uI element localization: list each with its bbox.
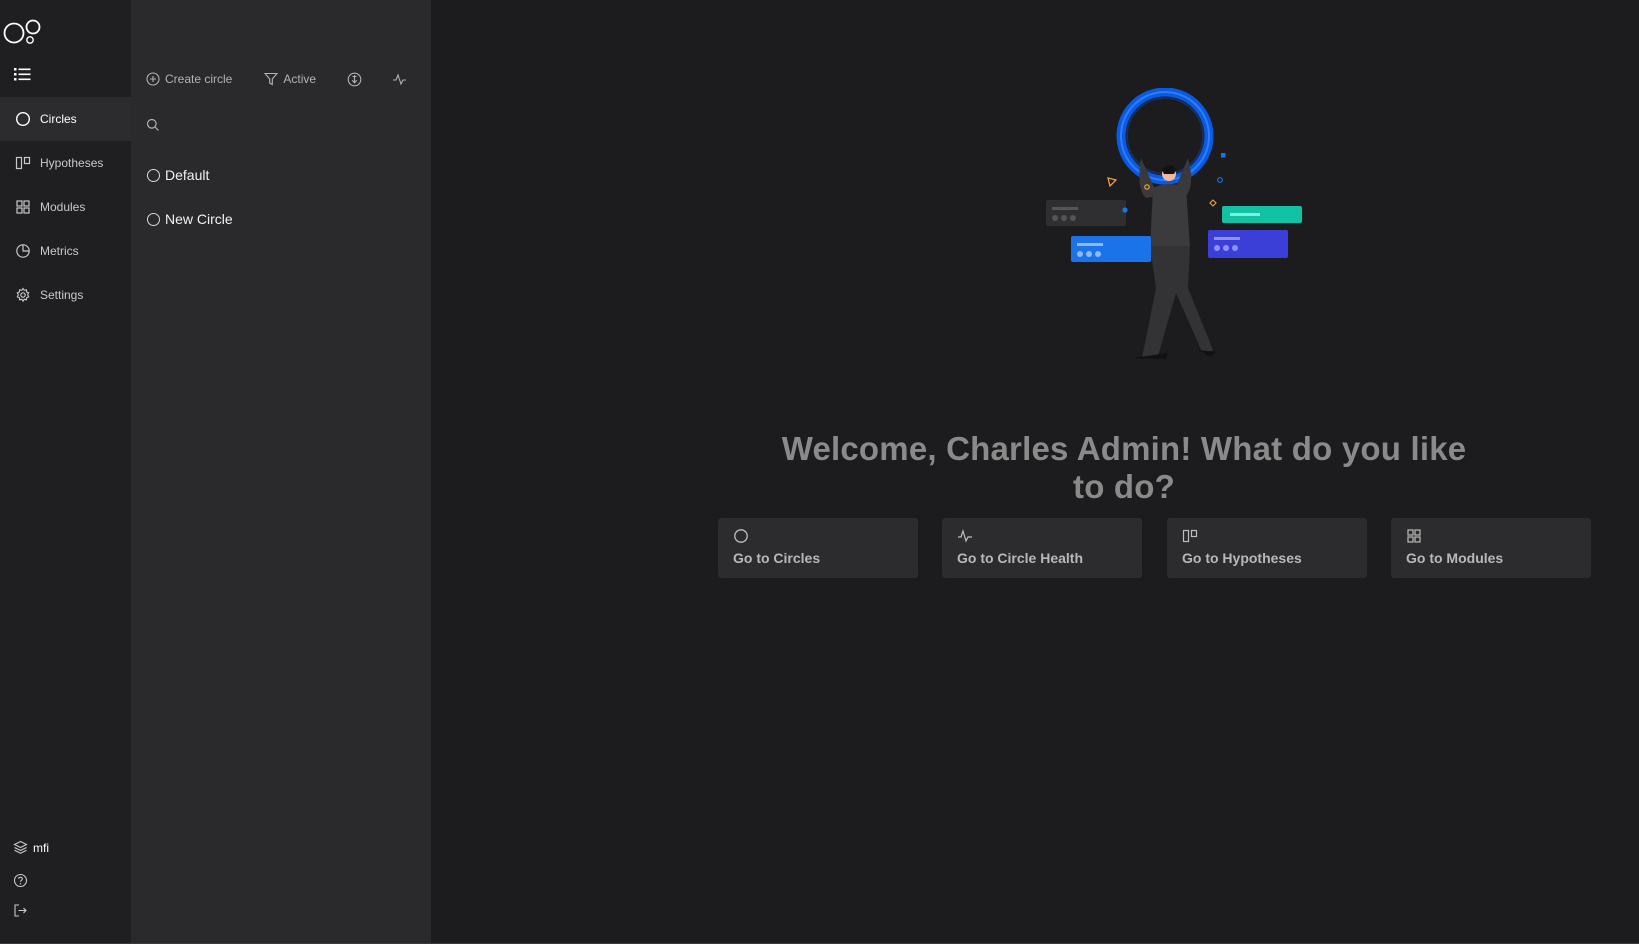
logout-icon [13,903,28,918]
go-to-hypotheses-button[interactable]: Go to Hypotheses [1167,518,1367,578]
logout-button[interactable] [13,903,33,918]
sidebar-item-metrics[interactable]: Metrics [0,229,131,273]
search-icon [146,118,159,131]
sidebar-item-circles[interactable]: Circles [0,97,131,141]
sidebar-item-modules[interactable]: Modules [0,185,131,229]
search-input[interactable] [166,118,406,132]
plus-circle-icon [146,72,160,86]
list-item[interactable]: Default [147,167,209,183]
workspace-label: mfi [33,840,49,855]
modules-grid-icon [15,199,31,215]
hypotheses-icon [1182,528,1198,544]
app-root: Circles Hypotheses Modules Metrics Setti [0,0,1639,944]
sidebar-item-label: Settings [40,288,84,302]
create-circle-label: Create circle [165,72,233,86]
sort-circle-icon [347,72,362,86]
circle-name: Default [165,167,210,183]
filter-label: Active [283,72,317,86]
card-label: Go to Circle Health [957,550,1084,566]
circle-icon [147,168,160,182]
go-to-modules-button[interactable]: Go to Modules [1391,518,1591,578]
circle-health-button[interactable] [392,72,412,87]
sidebar-item-label: Hypotheses [40,156,104,170]
hypotheses-icon [15,155,31,171]
help-icon [13,873,28,888]
sidebar-item-settings[interactable]: Settings [0,273,131,317]
go-to-circles-button[interactable]: Go to Circles [718,518,918,578]
filter-active-button[interactable]: Active [264,72,316,86]
circles-toolbar: Create circle Active [146,69,412,89]
sidebar-item-label: Circles [40,112,77,126]
workspace-switcher[interactable]: mfi [13,840,49,855]
circle-icon [147,212,160,226]
sidebar-item-label: Modules [40,200,86,214]
circle-name: New Circle [165,211,233,227]
menu-list-icon[interactable] [14,66,32,82]
layers-icon [13,840,28,855]
filter-icon [264,72,279,86]
pulse-icon [393,72,407,85]
search-bar [146,116,416,134]
go-to-circle-health-button[interactable]: Go to Circle Health [942,518,1142,578]
help-button[interactable] [13,873,33,888]
pie-chart-icon [15,243,31,259]
card-label: Go to Hypotheses [1182,550,1302,566]
main-content: Welcome, Charles Admin! What do you like… [431,0,1639,944]
pulse-icon [957,528,973,544]
sidebar-item-label: Metrics [40,244,79,258]
circles-panel: Create circle Active Default New Circle [131,0,431,944]
modules-grid-icon [1406,528,1422,544]
sort-button[interactable] [347,72,367,87]
gear-icon [15,287,31,303]
sidebar-item-hypotheses[interactable]: Hypotheses [0,141,131,185]
charles-logo-icon[interactable] [2,18,42,48]
welcome-illustration [1046,88,1302,359]
welcome-heading: Welcome, Charles Admin! What do you like… [781,430,1467,505]
create-circle-button[interactable]: Create circle [146,72,232,86]
sidebar-nav: Circles Hypotheses Modules Metrics Setti [0,0,131,944]
circle-icon [733,528,749,544]
card-label: Go to Modules [1406,550,1504,566]
card-label: Go to Circles [733,550,821,566]
list-item[interactable]: New Circle [147,211,233,227]
circle-icon [15,111,31,127]
